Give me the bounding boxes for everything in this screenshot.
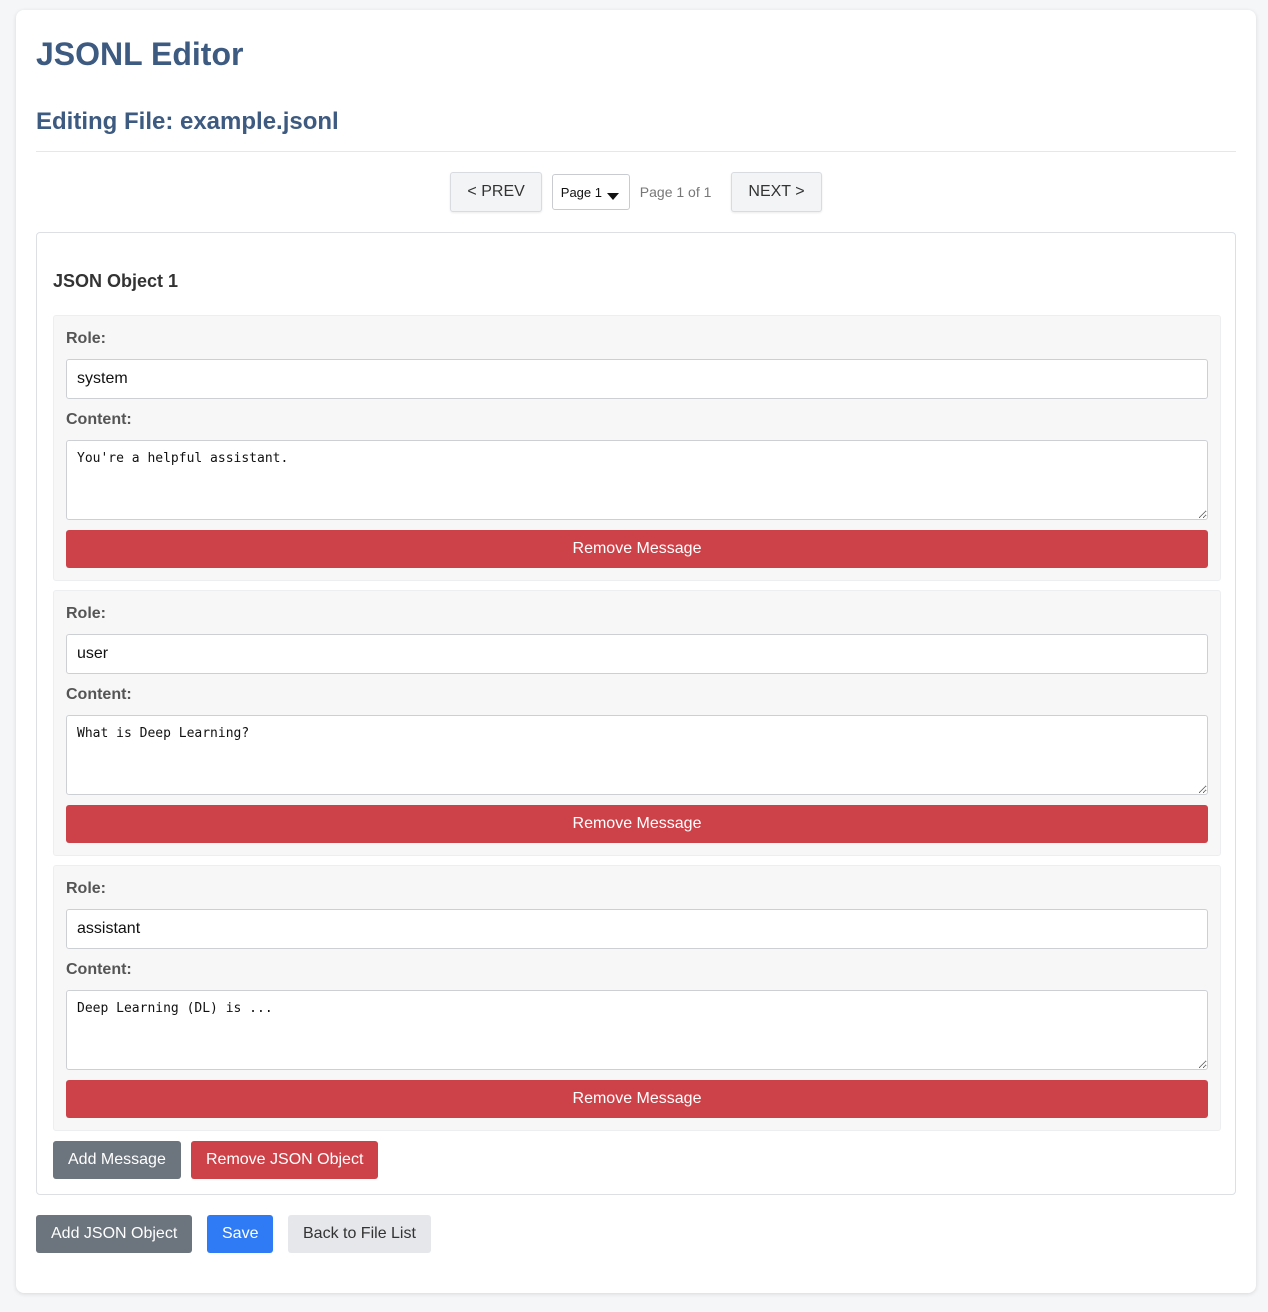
remove-json-object-button[interactable]: Remove JSON Object [191, 1141, 379, 1179]
role-input[interactable] [66, 909, 1208, 949]
role-label: Role: [66, 880, 106, 897]
remove-message-button[interactable]: Remove Message [66, 805, 1208, 843]
json-object-title: JSON Object 1 [53, 271, 179, 291]
content-textarea[interactable]: What is Deep Learning? [66, 715, 1208, 795]
content-textarea[interactable]: Deep Learning (DL) is ... [66, 990, 1208, 1070]
json-object-card: JSON Object 1 Role: Content: You're a he… [36, 232, 1236, 1195]
message-block: Role: Content: You're a helpful assistan… [53, 315, 1221, 581]
add-json-object-button[interactable]: Add JSON Object [36, 1215, 193, 1253]
content-textarea[interactable]: You're a helpful assistant. [66, 440, 1208, 520]
message-block: Role: Content: What is Deep Learning? Re… [53, 590, 1221, 856]
content-label: Content: [66, 411, 132, 428]
content-label: Content: [66, 686, 132, 703]
role-label: Role: [66, 605, 106, 622]
app-title: JSONL Editor [36, 36, 244, 72]
role-input[interactable] [66, 634, 1208, 674]
pagination-bar: < PREV Page 1 Page 1 of 1 NEXT > [16, 172, 1256, 212]
page-select-value: Page 1 [560, 184, 602, 200]
editor-container: JSONL Editor Editing File: example.jsonl… [16, 10, 1256, 1293]
message-block: Role: Content: Deep Learning (DL) is ...… [53, 865, 1221, 1131]
page-info: Page 1 of 1 [639, 184, 712, 200]
remove-message-button[interactable]: Remove Message [66, 1080, 1208, 1118]
page-select[interactable]: Page 1 [551, 174, 630, 210]
next-page-button[interactable]: NEXT > [731, 172, 822, 212]
save-button[interactable]: Save [207, 1215, 274, 1253]
chevron-down-icon [606, 193, 619, 200]
remove-message-button[interactable]: Remove Message [66, 530, 1208, 568]
prev-page-button[interactable]: < PREV [450, 172, 542, 212]
role-label: Role: [66, 330, 106, 347]
editing-file-heading: Editing File: example.jsonl [36, 108, 339, 135]
add-message-button[interactable]: Add Message [53, 1141, 181, 1179]
back-to-file-list-button[interactable]: Back to File List [288, 1215, 431, 1253]
content-label: Content: [66, 961, 132, 978]
role-input[interactable] [66, 359, 1208, 399]
header-divider [36, 151, 1236, 152]
